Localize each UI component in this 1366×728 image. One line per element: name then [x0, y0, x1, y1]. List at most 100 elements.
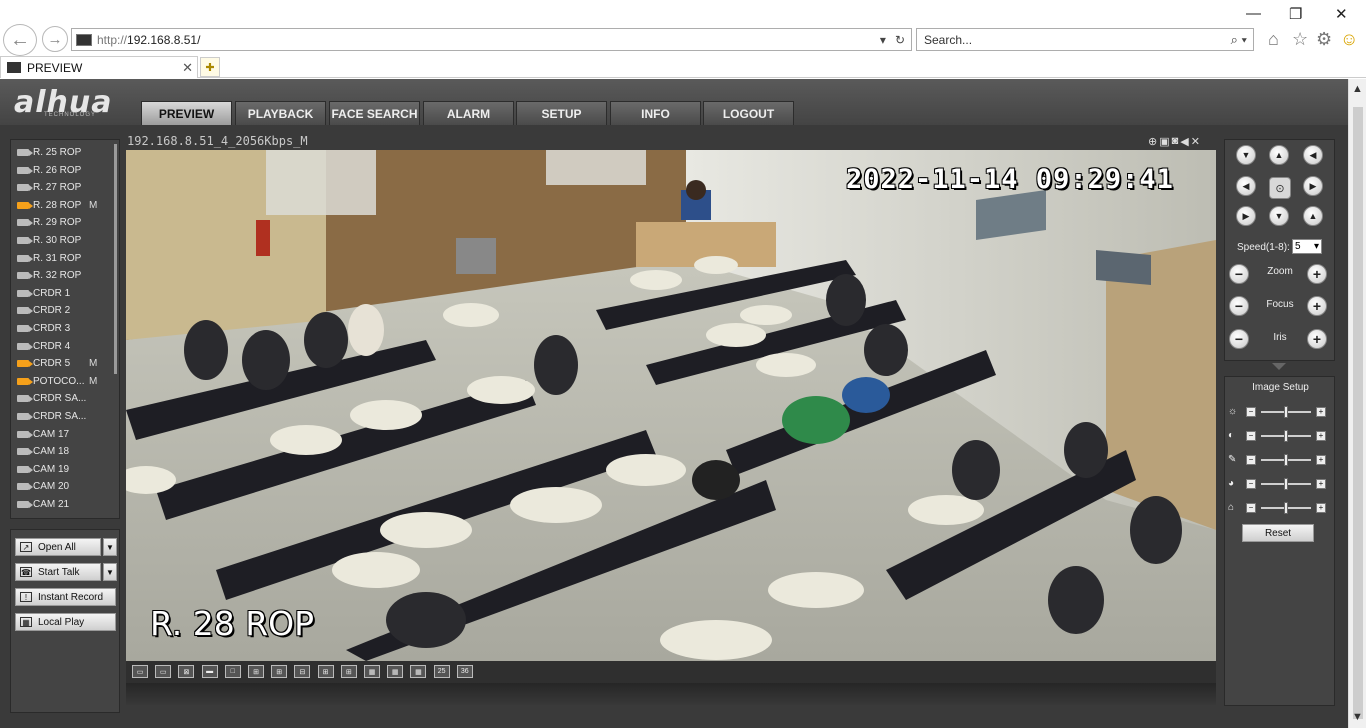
- camera-list-item[interactable]: CAM 21: [17, 496, 69, 513]
- start-talk-button[interactable]: ☎ Start Talk: [15, 563, 101, 581]
- address-bar[interactable]: http://192.168.8.51/ ▾ ↻: [71, 28, 912, 51]
- ptz-left-button[interactable]: ◀: [1236, 176, 1256, 196]
- camera-list-item[interactable]: CRDR SA...: [17, 390, 86, 407]
- dropdown-icon[interactable]: ▾: [880, 33, 886, 47]
- layout-button[interactable]: 25: [433, 665, 450, 678]
- camera-list-item[interactable]: CRDR 2: [17, 302, 70, 319]
- layout-button[interactable]: □: [224, 665, 241, 678]
- tab-playback[interactable]: PLAYBACK: [235, 101, 326, 125]
- layout-button[interactable]: ⊞: [271, 665, 288, 678]
- slider-handle[interactable]: [1284, 430, 1288, 442]
- camera-list-item[interactable]: CRDR 1: [17, 285, 70, 302]
- slider-decrease-button[interactable]: −: [1246, 503, 1256, 513]
- snapshot-icon[interactable]: ▣: [1159, 135, 1169, 148]
- ptz-down-left-button[interactable]: ▶: [1236, 206, 1256, 226]
- tab-alarm[interactable]: ALARM: [423, 101, 514, 125]
- close-window-icon[interactable]: ✕: [1335, 5, 1348, 23]
- scrollbar-thumb[interactable]: [1353, 107, 1363, 719]
- slider-increase-button[interactable]: +: [1316, 407, 1326, 417]
- slider-increase-button[interactable]: +: [1316, 431, 1326, 441]
- ptz-collapse-arrow-icon[interactable]: [1272, 363, 1286, 370]
- ptz-up-button[interactable]: ▲: [1269, 145, 1289, 165]
- ptz-3d-position-button[interactable]: ⊙: [1269, 177, 1291, 199]
- instant-record-button[interactable]: ! Instant Record: [15, 588, 116, 606]
- layout-button[interactable]: ▦: [410, 665, 427, 678]
- slider-handle[interactable]: [1284, 406, 1288, 418]
- camera-list-item[interactable]: CAM 17: [17, 426, 69, 443]
- layout-button[interactable]: ▭: [132, 665, 148, 678]
- slider-decrease-button[interactable]: −: [1246, 455, 1256, 465]
- digital-zoom-icon[interactable]: ⊕: [1148, 135, 1157, 148]
- zoom-in-button[interactable]: +: [1307, 264, 1327, 284]
- ptz-up-right-button[interactable]: ◀: [1303, 145, 1323, 165]
- tab-logout[interactable]: LOGOUT: [703, 101, 794, 125]
- video-feed[interactable]: 2022-11-14 09:29:41 R. 28 ROP: [126, 150, 1216, 661]
- record-camera-icon[interactable]: ◙: [1172, 135, 1179, 148]
- layout-button[interactable]: ⊞: [340, 665, 357, 678]
- close-video-icon[interactable]: ✕: [1191, 135, 1200, 148]
- ptz-down-right-button[interactable]: ▲: [1303, 206, 1323, 226]
- new-tab-button[interactable]: ✚: [200, 57, 220, 77]
- camera-list-item[interactable]: CRDR 4: [17, 338, 70, 355]
- iris-close-button[interactable]: −: [1229, 329, 1249, 349]
- search-input[interactable]: Search... ⌕ ▾: [916, 28, 1254, 51]
- camera-list-item[interactable]: CRDR 5 M: [17, 355, 97, 372]
- page-scrollbar[interactable]: ▲ ▼: [1348, 79, 1366, 728]
- tab-preview[interactable]: PREVIEW: [141, 101, 232, 125]
- camera-list-item[interactable]: CAM 19: [17, 461, 69, 478]
- camera-list-item[interactable]: CAM 18: [17, 443, 69, 460]
- open-all-button[interactable]: ↗ Open All: [15, 538, 101, 556]
- layout-button[interactable]: ⊞: [317, 665, 334, 678]
- open-all-dropdown[interactable]: ▼: [103, 538, 117, 556]
- camera-list-item[interactable]: R. 26 ROP: [17, 162, 81, 179]
- browser-tab-preview[interactable]: PREVIEW ✕: [0, 56, 198, 78]
- speed-select[interactable]: 5 ▾: [1292, 239, 1322, 254]
- camera-list-item[interactable]: R. 25 ROP: [17, 144, 81, 161]
- zoom-out-button[interactable]: −: [1229, 264, 1249, 284]
- camera-list-item[interactable]: R. 31 ROP: [17, 250, 81, 267]
- settings-gear-icon[interactable]: ⚙: [1316, 29, 1332, 50]
- camera-list-item[interactable]: POTOCO... M: [17, 373, 97, 390]
- camera-list-scrollbar[interactable]: [114, 144, 117, 374]
- camera-list-item[interactable]: R. 27 ROP: [17, 179, 81, 196]
- refresh-icon[interactable]: ↻: [895, 33, 905, 47]
- iris-open-button[interactable]: +: [1307, 329, 1327, 349]
- scroll-up-icon[interactable]: ▲: [1352, 83, 1363, 95]
- camera-list-item[interactable]: CRDR 3: [17, 320, 70, 337]
- forward-button[interactable]: →: [42, 26, 68, 52]
- camera-list-item[interactable]: R. 28 ROP M: [17, 197, 97, 214]
- smiley-feedback-icon[interactable]: ☺: [1340, 29, 1358, 50]
- slider-increase-button[interactable]: +: [1316, 479, 1326, 489]
- favorites-star-icon[interactable]: ☆: [1292, 29, 1308, 50]
- minimize-icon[interactable]: —: [1246, 5, 1261, 22]
- reset-button[interactable]: Reset: [1242, 524, 1314, 542]
- tab-close-icon[interactable]: ✕: [182, 60, 193, 76]
- ptz-up-left-button[interactable]: ▼: [1236, 145, 1256, 165]
- ptz-down-button[interactable]: ▼: [1269, 206, 1289, 226]
- camera-list-item[interactable]: CAM 20: [17, 478, 69, 495]
- focus-far-button[interactable]: +: [1307, 296, 1327, 316]
- local-play-button[interactable]: ▦ Local Play: [15, 613, 116, 631]
- layout-button[interactable]: ⊟: [294, 665, 311, 678]
- audio-icon[interactable]: ◀: [1180, 135, 1188, 148]
- back-button[interactable]: ←: [3, 24, 37, 56]
- scroll-down-icon[interactable]: ▼: [1352, 711, 1363, 723]
- ptz-right-button[interactable]: ▶: [1303, 176, 1323, 196]
- slider-handle[interactable]: [1284, 502, 1288, 514]
- address-url[interactable]: http://192.168.8.51/: [97, 33, 880, 47]
- layout-button[interactable]: 36: [456, 665, 473, 678]
- slider-decrease-button[interactable]: −: [1246, 407, 1256, 417]
- tab-info[interactable]: INFO: [610, 101, 701, 125]
- slider-handle[interactable]: [1284, 478, 1288, 490]
- tab-face-search[interactable]: FACE SEARCH: [329, 101, 420, 125]
- layout-button[interactable]: ▭: [155, 665, 172, 678]
- slider-decrease-button[interactable]: −: [1246, 479, 1256, 489]
- layout-button[interactable]: ⊞: [248, 665, 264, 678]
- layout-button[interactable]: ▦: [364, 665, 380, 678]
- camera-list-item[interactable]: R. 32 ROP: [17, 267, 81, 284]
- slider-increase-button[interactable]: +: [1316, 503, 1326, 513]
- camera-list-item[interactable]: CRDR SA...: [17, 408, 86, 425]
- focus-near-button[interactable]: −: [1229, 296, 1249, 316]
- tab-setup[interactable]: SETUP: [516, 101, 607, 125]
- camera-list-item[interactable]: R. 30 ROP: [17, 232, 81, 249]
